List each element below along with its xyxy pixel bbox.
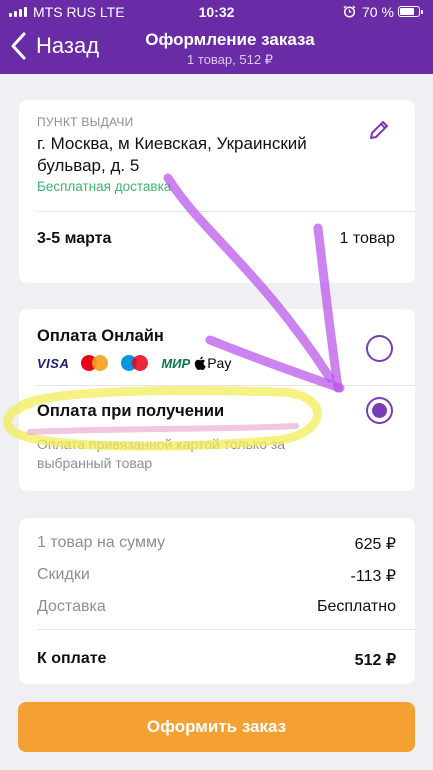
maestro-icon — [121, 354, 149, 372]
divider — [37, 211, 415, 212]
summary-value: 625 ₽ — [354, 536, 396, 553]
apple-pay-logo: Pay — [194, 355, 231, 371]
total-value: 512 ₽ — [354, 652, 396, 669]
payment-on-delivery-description: Оплата привязанной картой только за выбр… — [37, 436, 286, 471]
delivery-dates: 3-5 марта — [37, 230, 112, 247]
checkout-button[interactable]: Оформить заказ — [18, 702, 415, 752]
apple-pay-label: Pay — [207, 355, 232, 371]
chevron-left-icon — [11, 32, 26, 60]
divider — [37, 629, 415, 630]
mir-logo: МИР — [161, 355, 191, 371]
payment-on-delivery-option[interactable]: Оплата при получении — [37, 402, 224, 421]
mastercard-icon — [81, 354, 109, 372]
payment-on-delivery-radio[interactable] — [366, 397, 393, 424]
back-label: Назад — [36, 33, 100, 58]
back-button[interactable]: Назад — [8, 30, 99, 62]
summary-label: Доставка — [37, 598, 106, 615]
page-subtitle: 1 товар, 512 ₽ — [187, 52, 273, 67]
status-bar: MTS RUS LTE 10:32 70 % — [0, 0, 433, 24]
summary-label: 1 товар на сумму — [37, 534, 166, 551]
navigation-bar: Назад Оформление заказа 1 товар, 512 ₽ — [0, 24, 433, 74]
alarm-icon — [343, 5, 356, 21]
delivery-card: ПУНКТ ВЫДАЧИ г. Москва, м Киевская, Укра… — [19, 100, 415, 283]
total-label: К оплате — [37, 650, 107, 667]
battery-percent: 70 % — [362, 4, 394, 20]
visa-logo: VISA — [37, 355, 70, 371]
page-title: Оформление заказа — [145, 30, 315, 49]
pickup-point-label: ПУНКТ ВЫДАЧИ — [37, 115, 134, 129]
summary-value: Бесплатно — [316, 598, 396, 615]
order-summary-card: 1 товар на сумму 625 ₽ Скидки -113 ₽ Дос… — [19, 518, 415, 684]
payment-card: Оплата Онлайн VISA МИР Pay Оплата при по… — [19, 309, 415, 491]
summary-row-delivery: Доставка Бесплатно — [37, 598, 396, 616]
battery-icon — [398, 6, 423, 17]
free-delivery-label: Бесплатная доставка — [37, 179, 172, 194]
payment-logos: VISA МИР Pay — [37, 354, 231, 372]
summary-row-total: К оплате 512 ₽ — [37, 650, 396, 669]
pickup-address: г. Москва, м Киевская, Украинский бульва… — [37, 134, 307, 175]
summary-row-items: 1 товар на сумму 625 ₽ — [37, 534, 396, 553]
divider — [37, 385, 415, 386]
pencil-icon — [370, 121, 388, 139]
payment-online-option[interactable]: Оплата Онлайн — [37, 327, 164, 346]
item-count: 1 товар — [339, 230, 395, 247]
edit-address-button[interactable] — [367, 118, 391, 142]
apple-icon — [195, 356, 206, 370]
summary-row-discount: Скидки -113 ₽ — [37, 566, 396, 585]
summary-label: Скидки — [37, 566, 90, 583]
payment-online-radio[interactable] — [366, 335, 393, 362]
summary-value: -113 ₽ — [350, 568, 396, 585]
